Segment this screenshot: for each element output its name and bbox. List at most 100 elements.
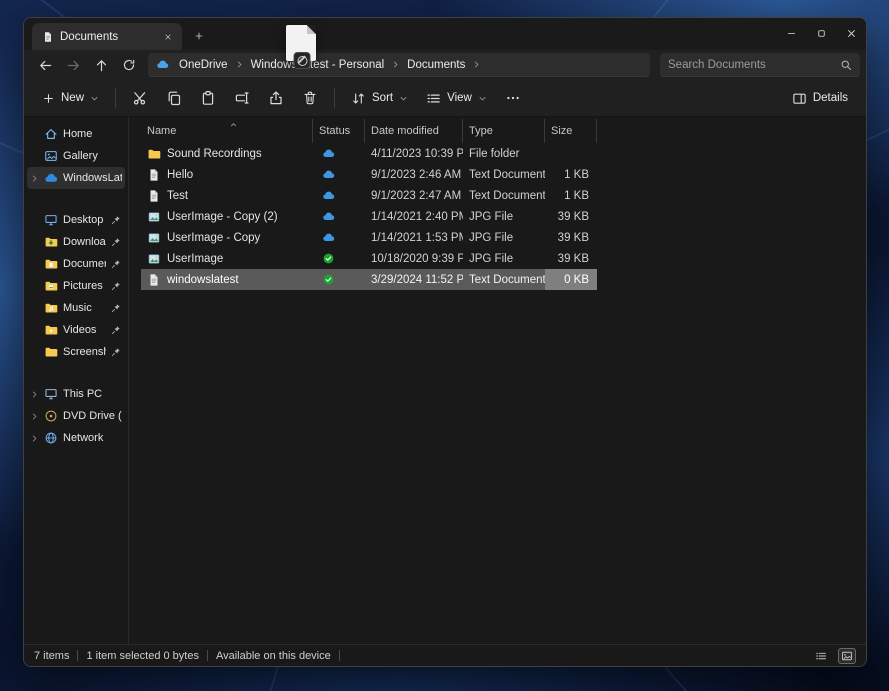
onedrive-cloud-icon: [44, 171, 58, 185]
sidebar-item-videos[interactable]: Videos: [27, 319, 125, 341]
file-row-userimage-copy-2[interactable]: UserImage - Copy (2) 1/14/2021 2:40 PM J…: [141, 206, 597, 227]
titlebar: Documents: [24, 18, 866, 50]
paste-button[interactable]: [192, 84, 224, 112]
file-row-userimage[interactable]: UserImage 10/18/2020 9:39 PM JPG File 39…: [141, 248, 597, 269]
sidebar-item-screenshots[interactable]: Screenshots: [27, 341, 125, 363]
text-document-icon: [147, 168, 161, 182]
expand-chevron-icon[interactable]: [30, 174, 39, 183]
search-input[interactable]: [668, 59, 834, 71]
more-options-button[interactable]: [497, 84, 529, 112]
sidebar-item-label: Gallery: [63, 150, 122, 162]
availability-status: Available on this device: [216, 650, 331, 662]
sidebar-item-label: DVD Drive (D:) CCC: [63, 410, 122, 422]
folder-icon: [147, 147, 161, 161]
sidebar-item-documents[interactable]: Documents: [27, 253, 125, 275]
sidebar-item-network[interactable]: Network: [27, 427, 125, 449]
details-pane-button[interactable]: Details: [784, 84, 856, 112]
address-bar[interactable]: OneDrive WindowsLatest - Personal Docume…: [148, 53, 650, 77]
file-size: 39 KB: [545, 227, 597, 248]
column-header-date-modified[interactable]: Date modified: [365, 119, 463, 143]
maximize-button[interactable]: [806, 18, 836, 49]
file-size: 39 KB: [545, 248, 597, 269]
share-button[interactable]: [260, 84, 292, 112]
new-tab-button[interactable]: [186, 24, 212, 48]
sidebar-item-this-pc[interactable]: This PC: [27, 383, 125, 405]
sidebar-item-gallery[interactable]: Gallery: [27, 145, 125, 167]
sidebar-item-pictures[interactable]: Pictures: [27, 275, 125, 297]
column-header-label: Type: [469, 125, 493, 137]
expand-chevron-icon[interactable]: [30, 434, 39, 443]
text-document-icon: [147, 189, 161, 203]
breadcrumb-item-onedrive[interactable]: OneDrive: [175, 58, 232, 72]
videos-icon: [44, 323, 58, 337]
search-icon[interactable]: [840, 59, 852, 71]
pictures-icon: [44, 279, 58, 293]
minimize-button[interactable]: [776, 18, 806, 49]
rename-button[interactable]: [226, 84, 258, 112]
delete-button[interactable]: [294, 84, 326, 112]
up-button[interactable]: [88, 53, 114, 77]
sidebar-item-downloads[interactable]: Downloads: [27, 231, 125, 253]
breadcrumb-item-documents[interactable]: Documents: [403, 58, 469, 72]
date-modified: 3/29/2024 11:52 PM: [365, 269, 463, 290]
sidebar-item-label: Screenshots: [63, 346, 106, 358]
page-fold: [307, 25, 316, 34]
statusbar-divider: [77, 650, 78, 661]
column-header-status[interactable]: Status: [313, 119, 365, 143]
close-button[interactable]: [836, 18, 866, 49]
back-button[interactable]: [32, 53, 58, 77]
file-size: 0 KB: [545, 269, 597, 290]
file-name: Test: [167, 190, 188, 202]
expand-chevron-icon[interactable]: [30, 412, 39, 421]
image-file-icon: [147, 231, 161, 245]
file-row-userimage-copy[interactable]: UserImage - Copy 1/14/2021 1:53 PM JPG F…: [141, 227, 597, 248]
column-header-name[interactable]: Name: [141, 119, 313, 143]
sidebar-item-music[interactable]: Music: [27, 297, 125, 319]
sidebar-item-label: Downloads: [63, 236, 106, 248]
new-button-label: New: [61, 92, 84, 104]
view-button-label: View: [447, 92, 472, 104]
desktop-icon: [44, 213, 58, 227]
sidebar-item-desktop[interactable]: Desktop: [27, 209, 125, 231]
file-row-test[interactable]: Test 9/1/2023 2:47 AM Text Document 1 KB: [141, 185, 597, 206]
sidebar-item-home[interactable]: Home: [27, 123, 125, 145]
file-size: 1 KB: [545, 164, 597, 185]
refresh-button[interactable]: [116, 53, 142, 77]
forward-button[interactable]: [60, 53, 86, 77]
status-cloud-icon: [322, 189, 335, 202]
pin-icon: [111, 237, 121, 247]
status-cloud-icon: [322, 168, 335, 181]
sort-button[interactable]: Sort: [343, 84, 416, 112]
file-name: UserImage: [167, 253, 223, 265]
view-button[interactable]: View: [418, 84, 495, 112]
chevron-down-icon: [399, 94, 408, 103]
file-type: JPG File: [463, 248, 545, 269]
selection-info: 1 item selected 0 bytes: [86, 650, 199, 662]
chevron-right-icon: [472, 60, 481, 69]
toolbar-divider: [115, 88, 116, 108]
column-header-type[interactable]: Type: [463, 119, 545, 143]
new-button[interactable]: New: [34, 84, 107, 112]
expand-chevron-icon[interactable]: [30, 390, 39, 399]
status-cloud-icon: [322, 210, 335, 223]
details-view-toggle[interactable]: [812, 648, 830, 664]
explorer-tab-documents[interactable]: Documents: [32, 23, 182, 50]
pin-icon: [111, 281, 121, 291]
downloads-icon: [44, 235, 58, 249]
file-row-sound-recordings[interactable]: Sound Recordings 4/11/2023 10:39 PM File…: [141, 143, 597, 164]
file-row-windowslatest-selected[interactable]: windowslatest 3/29/2024 11:52 PM Text Do…: [141, 269, 597, 290]
thumbnail-view-toggle[interactable]: [838, 648, 856, 664]
sidebar-item-onedrive-windowslatest[interactable]: WindowsLatest - Personal: [27, 167, 125, 189]
cut-button[interactable]: [124, 84, 156, 112]
sidebar-group-gap: [24, 363, 128, 383]
sidebar-item-dvd-drive[interactable]: DVD Drive (D:) CCC: [27, 405, 125, 427]
desktop: Documents OneDrive WindowsLatest - Perso…: [0, 0, 889, 691]
drag-ghost: [286, 25, 318, 69]
date-modified: 9/1/2023 2:46 AM: [365, 164, 463, 185]
chevron-down-icon: [478, 94, 487, 103]
copy-button[interactable]: [158, 84, 190, 112]
column-header-size[interactable]: Size: [545, 119, 597, 143]
tab-close-button[interactable]: [159, 28, 177, 46]
sidebar-item-label: Home: [63, 128, 122, 140]
file-row-hello[interactable]: Hello 9/1/2023 2:46 AM Text Document 1 K…: [141, 164, 597, 185]
